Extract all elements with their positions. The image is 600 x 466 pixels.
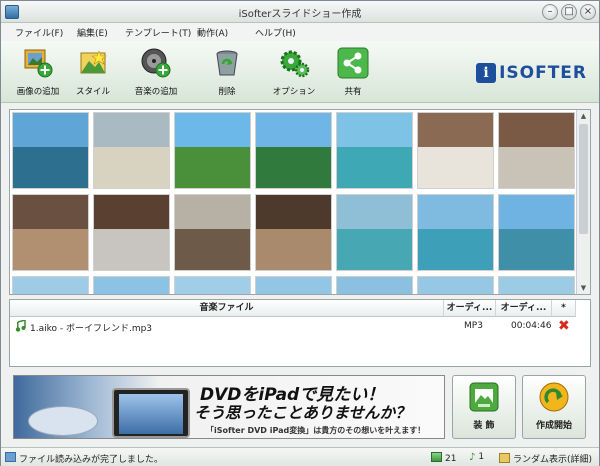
- music-list: 音楽ファイル オーディ... オーディ... * 1.aiko - ボーイフレン…: [9, 299, 591, 367]
- image-thumbnail[interactable]: [336, 112, 413, 189]
- share-button[interactable]: 共有: [337, 47, 369, 97]
- title-bar: iSofterスライドショー作成 – □ ×: [1, 1, 599, 23]
- menu-file[interactable]: ファイル(F): [15, 26, 63, 39]
- delete-column-header: *: [552, 300, 576, 317]
- promo-banner[interactable]: DVDをiPadで見たい！ そう思ったことありませんか？ 「iSofter DV…: [13, 375, 445, 439]
- app-window: iSofterスライドショー作成 – □ × ファイル(F) 編集(E) テンプ…: [0, 0, 600, 466]
- logo-text: ISOFTER: [499, 63, 587, 83]
- decorate-label: 装 飾: [473, 421, 495, 431]
- isofter-logo: i ISOFTER: [476, 62, 587, 84]
- image-thumbnail[interactable]: [174, 276, 251, 294]
- music-format: MP3: [464, 321, 483, 331]
- image-thumbnail-grid: ▲ ▼: [9, 109, 591, 295]
- maximize-button[interactable]: □: [561, 4, 577, 20]
- add-music-button[interactable]: 音楽の追加: [127, 47, 185, 97]
- toolbar: 画像の追加 スタイル 音楽の追加 削除 オプション 共有 i ISOFTER: [1, 41, 599, 103]
- add-image-button[interactable]: 画像の追加: [9, 47, 67, 97]
- trash-icon: [211, 47, 243, 79]
- share-label: 共有: [344, 87, 362, 97]
- thumbnail-scrollbar[interactable]: ▲ ▼: [576, 110, 590, 294]
- image-thumbnail[interactable]: [417, 276, 494, 294]
- music-count: 1: [478, 452, 485, 462]
- image-thumbnail[interactable]: [12, 112, 89, 189]
- music-note-icon: [15, 319, 26, 335]
- image-thumbnail[interactable]: [498, 194, 575, 271]
- banner-question: そう思ったことありませんか？: [194, 404, 411, 422]
- ipad-image: [112, 388, 190, 438]
- image-thumbnail[interactable]: [498, 112, 575, 189]
- add-image-label: 画像の追加: [16, 87, 60, 97]
- style-icon: [77, 47, 109, 79]
- add-music-label: 音楽の追加: [134, 87, 178, 97]
- image-thumbnail[interactable]: [336, 194, 413, 271]
- status-file-icon: [5, 452, 19, 464]
- menu-help[interactable]: ヘルプ(H): [255, 26, 296, 39]
- decorate-button[interactable]: 装 飾: [452, 375, 516, 439]
- menu-edit[interactable]: 編集(E): [77, 26, 108, 39]
- scroll-down-icon[interactable]: ▼: [577, 282, 590, 294]
- gear-icon: [278, 47, 310, 79]
- options-label: オプション: [272, 87, 316, 97]
- add-image-icon: [22, 47, 54, 79]
- dvd-disc-image: [28, 406, 98, 436]
- remove-music-icon[interactable]: ✖: [558, 318, 570, 334]
- close-button[interactable]: ×: [580, 4, 596, 20]
- delete-label: 削除: [218, 87, 236, 97]
- display-mode: ランダム表示(詳細): [513, 455, 593, 465]
- image-thumbnail[interactable]: [498, 276, 575, 294]
- options-button[interactable]: オプション: [271, 47, 317, 97]
- menu-bar: ファイル(F) 編集(E) テンプレート(T) 動作(A) ヘルプ(H): [1, 23, 599, 41]
- music-count-icon: ♪: [469, 452, 476, 463]
- menu-template[interactable]: テンプレート(T): [125, 26, 191, 39]
- image-count: 21: [445, 454, 457, 464]
- image-thumbnail[interactable]: [417, 194, 494, 271]
- minimize-button[interactable]: –: [542, 4, 558, 20]
- style-button[interactable]: スタイル: [71, 47, 115, 97]
- delete-button[interactable]: 削除: [209, 47, 245, 97]
- scrollbar-thumb[interactable]: [579, 124, 588, 234]
- audio-format-header[interactable]: オーディ...: [444, 300, 496, 317]
- music-file-name: 1.aiko - ボーイフレンド.mp3: [30, 324, 153, 334]
- image-thumbnail[interactable]: [12, 194, 89, 271]
- image-thumbnail[interactable]: [93, 276, 170, 294]
- logo-badge: i: [476, 63, 497, 83]
- image-thumbnail[interactable]: [417, 112, 494, 189]
- style-label: スタイル: [75, 87, 110, 97]
- start-create-button[interactable]: 作成開始: [522, 375, 586, 439]
- start-label: 作成開始: [535, 421, 572, 431]
- decorate-icon: [469, 382, 499, 412]
- status-bar: ファイル読み込みが完了しました。 21 ♪ 1 ランダム表示(詳細): [1, 447, 599, 466]
- image-count-indicator: 21: [431, 452, 456, 464]
- image-thumbnail[interactable]: [255, 276, 332, 294]
- image-thumbnail[interactable]: [336, 276, 413, 294]
- image-thumbnail[interactable]: [174, 194, 251, 271]
- share-icon: [337, 47, 369, 79]
- music-row[interactable]: 1.aiko - ボーイフレンド.mp3 MP3 00:04:46 ✖: [10, 318, 590, 336]
- audio-duration-header[interactable]: オーディ...: [496, 300, 552, 317]
- image-count-icon: [431, 452, 442, 462]
- music-count-indicator: ♪ 1: [469, 452, 485, 463]
- status-message: ファイル読み込みが完了しました。: [19, 455, 164, 465]
- image-thumbnail[interactable]: [174, 112, 251, 189]
- image-thumbnail[interactable]: [12, 276, 89, 294]
- add-music-icon: [140, 47, 172, 79]
- menu-action[interactable]: 動作(A): [197, 26, 228, 39]
- image-thumbnail[interactable]: [93, 194, 170, 271]
- display-mode-icon: [499, 453, 510, 463]
- scroll-up-icon[interactable]: ▲: [577, 110, 590, 122]
- music-duration: 00:04:46: [511, 321, 552, 331]
- image-thumbnail[interactable]: [255, 194, 332, 271]
- image-thumbnail[interactable]: [255, 112, 332, 189]
- music-file-header[interactable]: 音楽ファイル: [10, 300, 444, 317]
- start-icon: [539, 382, 569, 412]
- banner-tagline: 「iSofter DVD iPad変換」は貴方のその想いを叶えます！: [206, 426, 426, 435]
- display-mode-indicator[interactable]: ランダム表示(詳細): [499, 452, 592, 465]
- window-title: iSofterスライドショー作成: [238, 9, 362, 20]
- image-thumbnail[interactable]: [93, 112, 170, 189]
